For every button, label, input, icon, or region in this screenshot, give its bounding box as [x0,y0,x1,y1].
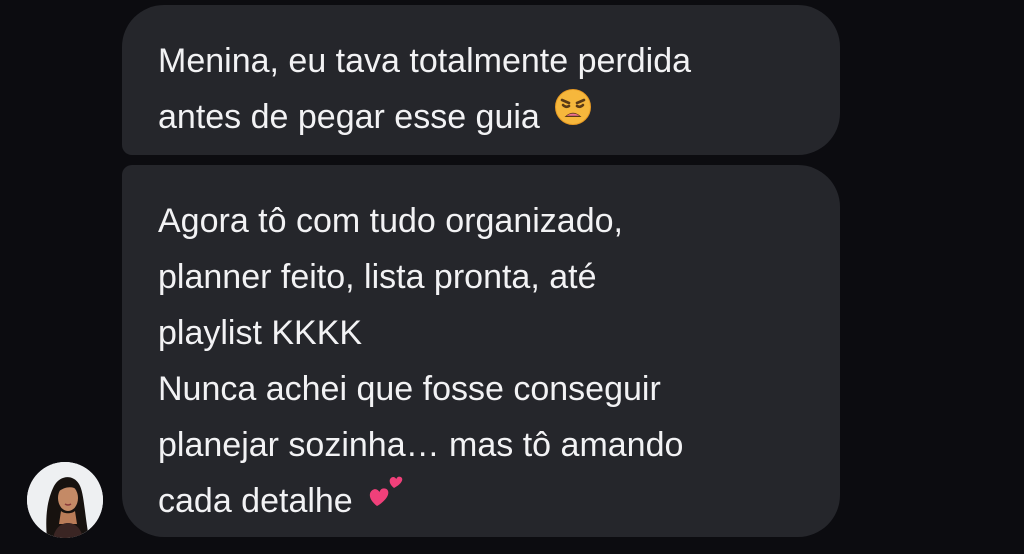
message-line: Nunca achei que fosse conseguir [158,370,661,408]
message-line: Menina, eu tava totalmente perdida [158,42,692,80]
message-line-with-emoji: cada detalhe [158,473,806,529]
message-line-with-emoji: antes de pegar esse guia [158,89,806,145]
message-line: Agora tô com tudo organizado, [158,202,623,240]
message-line-text: cada detalhe [158,482,353,520]
message-line: planejar sozinha… mas tô amando [158,426,684,464]
two-hearts-icon [367,471,405,527]
message-bubble[interactable]: Menina, eu tava totalmente perdida antes… [122,5,840,155]
message-line: playlist KKKK [158,314,363,352]
message-bubble[interactable]: Agora tô com tudo organizado, planner fe… [122,165,840,537]
message-line: planner feito, lista pronta, até [158,258,597,296]
weary-face-icon [554,87,592,143]
message-line-text: antes de pegar esse guia [158,98,540,136]
chat-thread: Menina, eu tava totalmente perdida antes… [0,0,1024,554]
avatar-portrait-image [27,462,103,538]
avatar[interactable] [27,462,103,538]
